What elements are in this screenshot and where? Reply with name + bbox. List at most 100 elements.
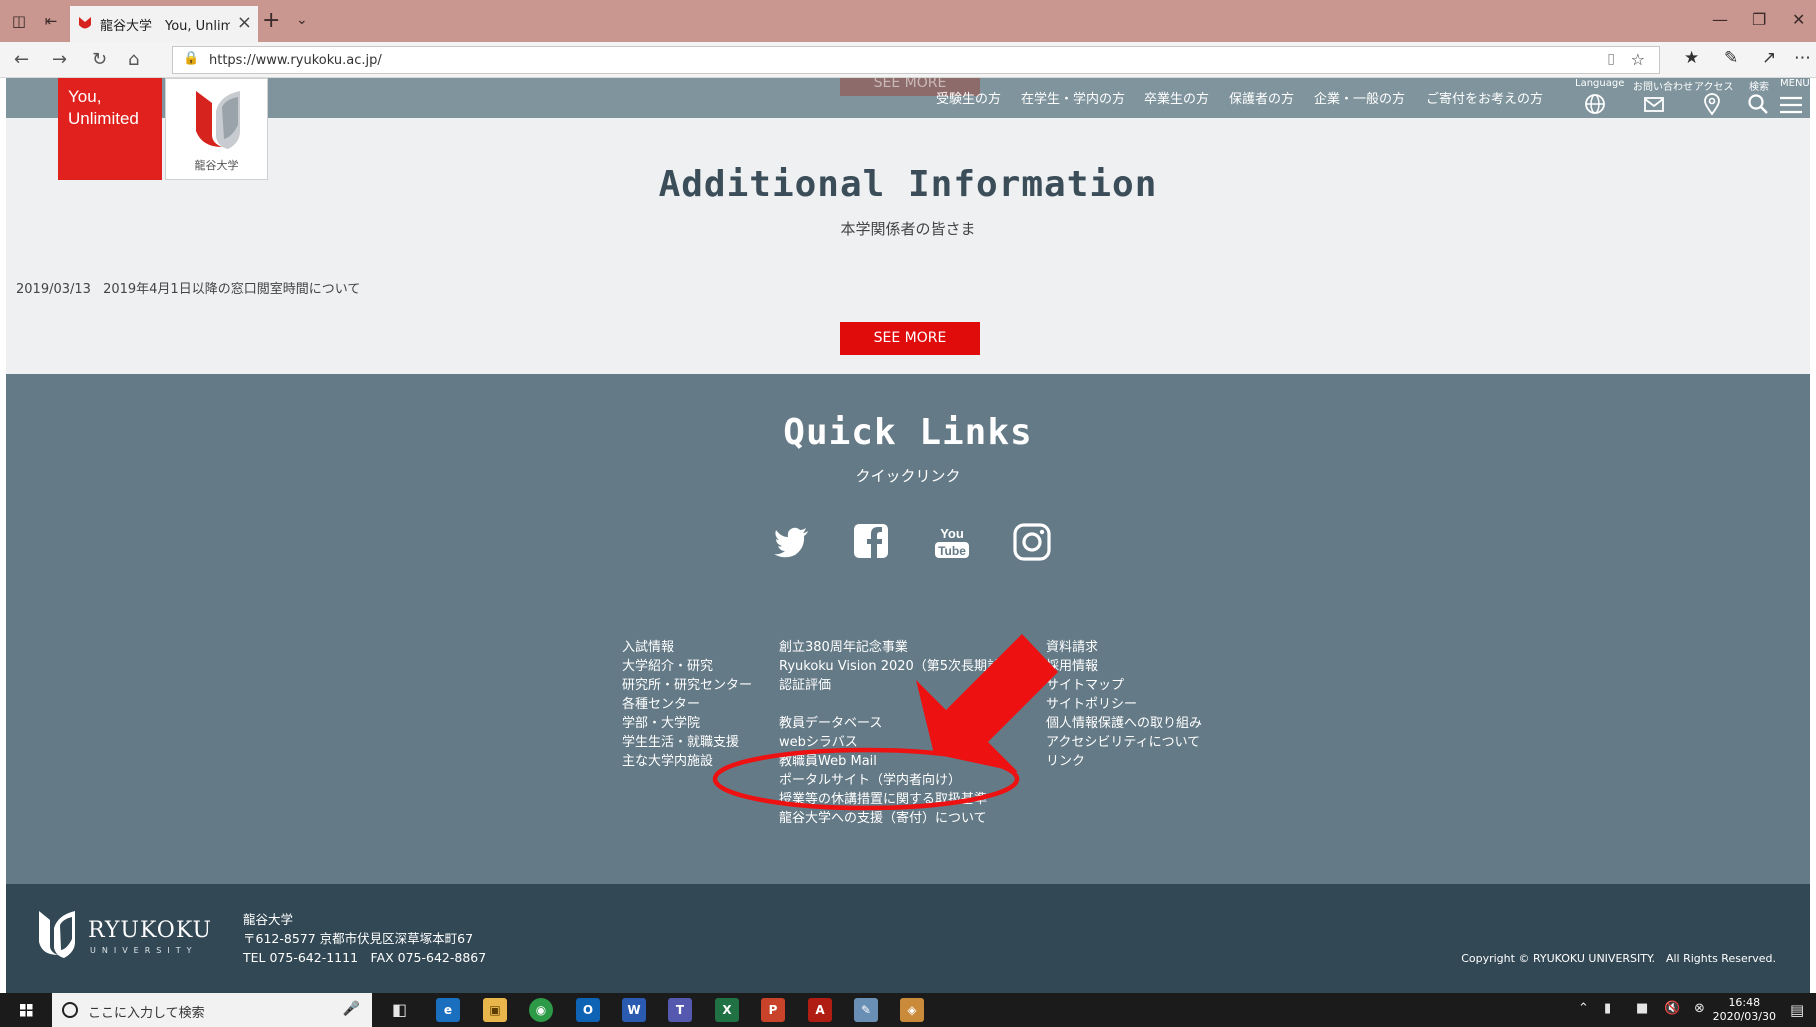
status-icon[interactable]: ⊗ bbox=[1694, 1001, 1705, 1016]
nav-donations[interactable]: ご寄付をお考えの方 bbox=[1426, 88, 1543, 107]
brand-tagline: You, Unlimited bbox=[68, 87, 139, 128]
link-facilities[interactable]: 主な大学内施設 bbox=[622, 752, 752, 771]
link-portal-site[interactable]: ポータルサイト（学内者向け） bbox=[779, 771, 1026, 790]
chrome-icon[interactable]: ◉ bbox=[529, 998, 553, 1022]
set-aside-tabs-icon[interactable]: ⇤ bbox=[40, 10, 62, 32]
notifications-icon[interactable]: ▤ bbox=[1790, 1001, 1804, 1019]
powerpoint-icon[interactable]: P bbox=[761, 998, 785, 1022]
teams-icon[interactable]: T bbox=[668, 998, 692, 1022]
link-site-policy[interactable]: サイトポリシー bbox=[1046, 695, 1202, 714]
clock-date: 2020/03/30 bbox=[1712, 1010, 1776, 1023]
link-ryukoku-vision[interactable]: Ryukoku Vision 2020（第5次長期計画） bbox=[779, 657, 1026, 676]
battery-icon[interactable]: ▮ bbox=[1604, 1001, 1611, 1016]
news-item[interactable]: 2019/03/13 2019年4月1日以降の窓口閲室時間について bbox=[16, 278, 360, 297]
file-explorer-icon[interactable]: ▣ bbox=[483, 998, 507, 1022]
new-tab-icon[interactable]: + bbox=[262, 8, 280, 33]
word-icon[interactable]: W bbox=[622, 998, 646, 1022]
facebook-icon[interactable] bbox=[852, 522, 892, 562]
lock-icon: 🔒 bbox=[183, 51, 200, 66]
access-label: アクセス bbox=[1694, 82, 1734, 93]
outlook-icon[interactable]: O bbox=[576, 998, 600, 1022]
link-admissions[interactable]: 入試情報 bbox=[622, 638, 752, 657]
pen-icon[interactable]: ✎ bbox=[1724, 48, 1738, 68]
tab-actions-icon[interactable]: ◫ bbox=[8, 10, 30, 32]
link-faculty-database[interactable]: 教員データベース bbox=[779, 714, 1026, 733]
instagram-icon[interactable] bbox=[1012, 522, 1052, 562]
link-380-anniversary[interactable]: 創立380周年記念事業 bbox=[779, 638, 1026, 657]
link-recruitment[interactable]: 採用情報 bbox=[1046, 657, 1202, 676]
link-faculties[interactable]: 学部・大学院 bbox=[622, 714, 752, 733]
edge-taskbar-icon[interactable]: e bbox=[436, 998, 460, 1022]
home-icon[interactable]: ⌂ bbox=[128, 49, 139, 70]
nav-business[interactable]: 企業・一般の方 bbox=[1314, 88, 1405, 107]
quick-links-subtitle: クイックリンク bbox=[855, 467, 961, 485]
twitter-icon[interactable] bbox=[772, 522, 812, 562]
link-privacy[interactable]: 個人情報保護への取り組み bbox=[1046, 714, 1202, 733]
site-footer: RYUKOKU UNIVERSITY 龍谷大学 〒612-8577 京都市伏見区… bbox=[6, 884, 1810, 993]
taskbar-search-box[interactable]: ここに入力して検索 🎤 bbox=[52, 993, 372, 1027]
excel-icon[interactable]: X bbox=[715, 998, 739, 1022]
mail-icon[interactable] bbox=[1642, 92, 1666, 116]
favorite-star-icon[interactable]: ☆ bbox=[1631, 50, 1645, 69]
map-pin-icon[interactable] bbox=[1700, 92, 1724, 116]
favorites-list-icon[interactable]: ★ bbox=[1684, 48, 1699, 68]
tab-list-chevron-icon[interactable]: ⌄ bbox=[296, 12, 308, 28]
volume-muted-icon[interactable]: 🔇 bbox=[1664, 1001, 1680, 1016]
tray-chevron-icon[interactable]: ⌃ bbox=[1578, 1001, 1589, 1016]
windows-taskbar: ここに入力して検索 🎤 ◧ e ▣ ◉ O W T X P A ✎ ◈ ⌃ ▮ … bbox=[0, 993, 1816, 1027]
clock-time: 16:48 bbox=[1728, 996, 1761, 1009]
minimize-icon[interactable]: — bbox=[1712, 10, 1728, 29]
acrobat-icon[interactable]: A bbox=[808, 998, 832, 1022]
more-icon[interactable]: ⋯ bbox=[1794, 48, 1811, 68]
footer-postal-address: 〒612-8577 京都市伏見区深草塚本町67 bbox=[243, 931, 474, 946]
refresh-icon[interactable]: ↻ bbox=[92, 49, 107, 70]
link-centers[interactable]: 各種センター bbox=[622, 695, 752, 714]
search-label: 検索 bbox=[1749, 82, 1769, 93]
link-staff-web-mail[interactable]: 教職員Web Mail bbox=[779, 752, 1026, 771]
forward-icon[interactable]: → bbox=[52, 49, 67, 70]
browser-tab-bar: ◫ ⇤ 龍谷大学 You, Unlimit × + ⌄ — ❐ ✕ bbox=[0, 0, 1816, 42]
paint-icon[interactable]: ◈ bbox=[900, 998, 924, 1022]
close-window-icon[interactable]: ✕ bbox=[1792, 10, 1805, 29]
ryukoku-favicon-icon bbox=[79, 17, 91, 29]
link-student-life[interactable]: 学生生活・就職支援 bbox=[622, 733, 752, 752]
see-more-button[interactable]: SEE MORE bbox=[840, 322, 980, 355]
back-icon[interactable]: ← bbox=[14, 49, 29, 70]
notepad-icon[interactable]: ✎ bbox=[854, 998, 878, 1022]
link-sitemap[interactable]: サイトマップ bbox=[1046, 676, 1202, 695]
link-request-materials[interactable]: 資料請求 bbox=[1046, 638, 1202, 657]
close-tab-icon[interactable]: × bbox=[237, 12, 252, 33]
nav-students[interactable]: 在学生・学内の方 bbox=[1021, 88, 1125, 107]
nav-applicants[interactable]: 受験生の方 bbox=[936, 88, 1001, 107]
link-about[interactable]: 大学紹介・研究 bbox=[622, 657, 752, 676]
cortana-icon bbox=[62, 1002, 78, 1018]
nav-parents[interactable]: 保護者の方 bbox=[1229, 88, 1294, 107]
search-icon[interactable] bbox=[1746, 92, 1770, 116]
web-page: SEE MORE 受験生の方 在学生・学内の方 卒業生の方 保護者の方 企業・一… bbox=[6, 78, 1810, 993]
restore-icon[interactable]: ❐ bbox=[1752, 10, 1766, 29]
globe-icon[interactable] bbox=[1583, 92, 1607, 116]
link-links[interactable]: リンク bbox=[1046, 752, 1202, 771]
link-web-syllabus[interactable]: webシラバス bbox=[779, 733, 1026, 752]
menu-label: MENU bbox=[1780, 78, 1810, 89]
address-bar[interactable]: 🔒 https://www.ryukoku.ac.jp/ ▯ ☆ bbox=[172, 46, 1660, 74]
network-icon[interactable]: ■ bbox=[1636, 1001, 1648, 1016]
link-class-cancellation[interactable]: 授業等の休講措置に関する取扱基準 bbox=[779, 790, 1026, 809]
taskbar-clock[interactable]: 16:48 2020/03/30 bbox=[1713, 996, 1776, 1024]
hamburger-menu-icon[interactable] bbox=[1778, 92, 1802, 116]
link-accessibility[interactable]: アクセシビリティについて bbox=[1046, 733, 1202, 752]
task-view-icon[interactable]: ◧ bbox=[392, 1000, 407, 1019]
link-accreditation[interactable]: 認証評価 bbox=[779, 676, 1026, 695]
windows-start-icon[interactable] bbox=[0, 993, 52, 1027]
browser-tab[interactable]: 龍谷大学 You, Unlimit × bbox=[70, 6, 258, 42]
microphone-icon[interactable]: 🎤 bbox=[343, 1001, 360, 1017]
additional-info-subtitle: 本学関係者の皆さま bbox=[840, 220, 976, 238]
url-text: https://www.ryukoku.ac.jp/ bbox=[209, 53, 382, 68]
nav-alumni[interactable]: 卒業生の方 bbox=[1144, 88, 1209, 107]
share-icon[interactable]: ↗ bbox=[1762, 48, 1776, 68]
link-donations[interactable]: 龍谷大学への支援（寄付）について bbox=[779, 809, 1026, 828]
svg-text:You: You bbox=[940, 526, 964, 541]
link-research-institutes[interactable]: 研究所・研究センター bbox=[622, 676, 752, 695]
reading-view-icon[interactable]: ▯ bbox=[1607, 51, 1615, 67]
youtube-icon[interactable]: You Tube bbox=[932, 522, 972, 562]
